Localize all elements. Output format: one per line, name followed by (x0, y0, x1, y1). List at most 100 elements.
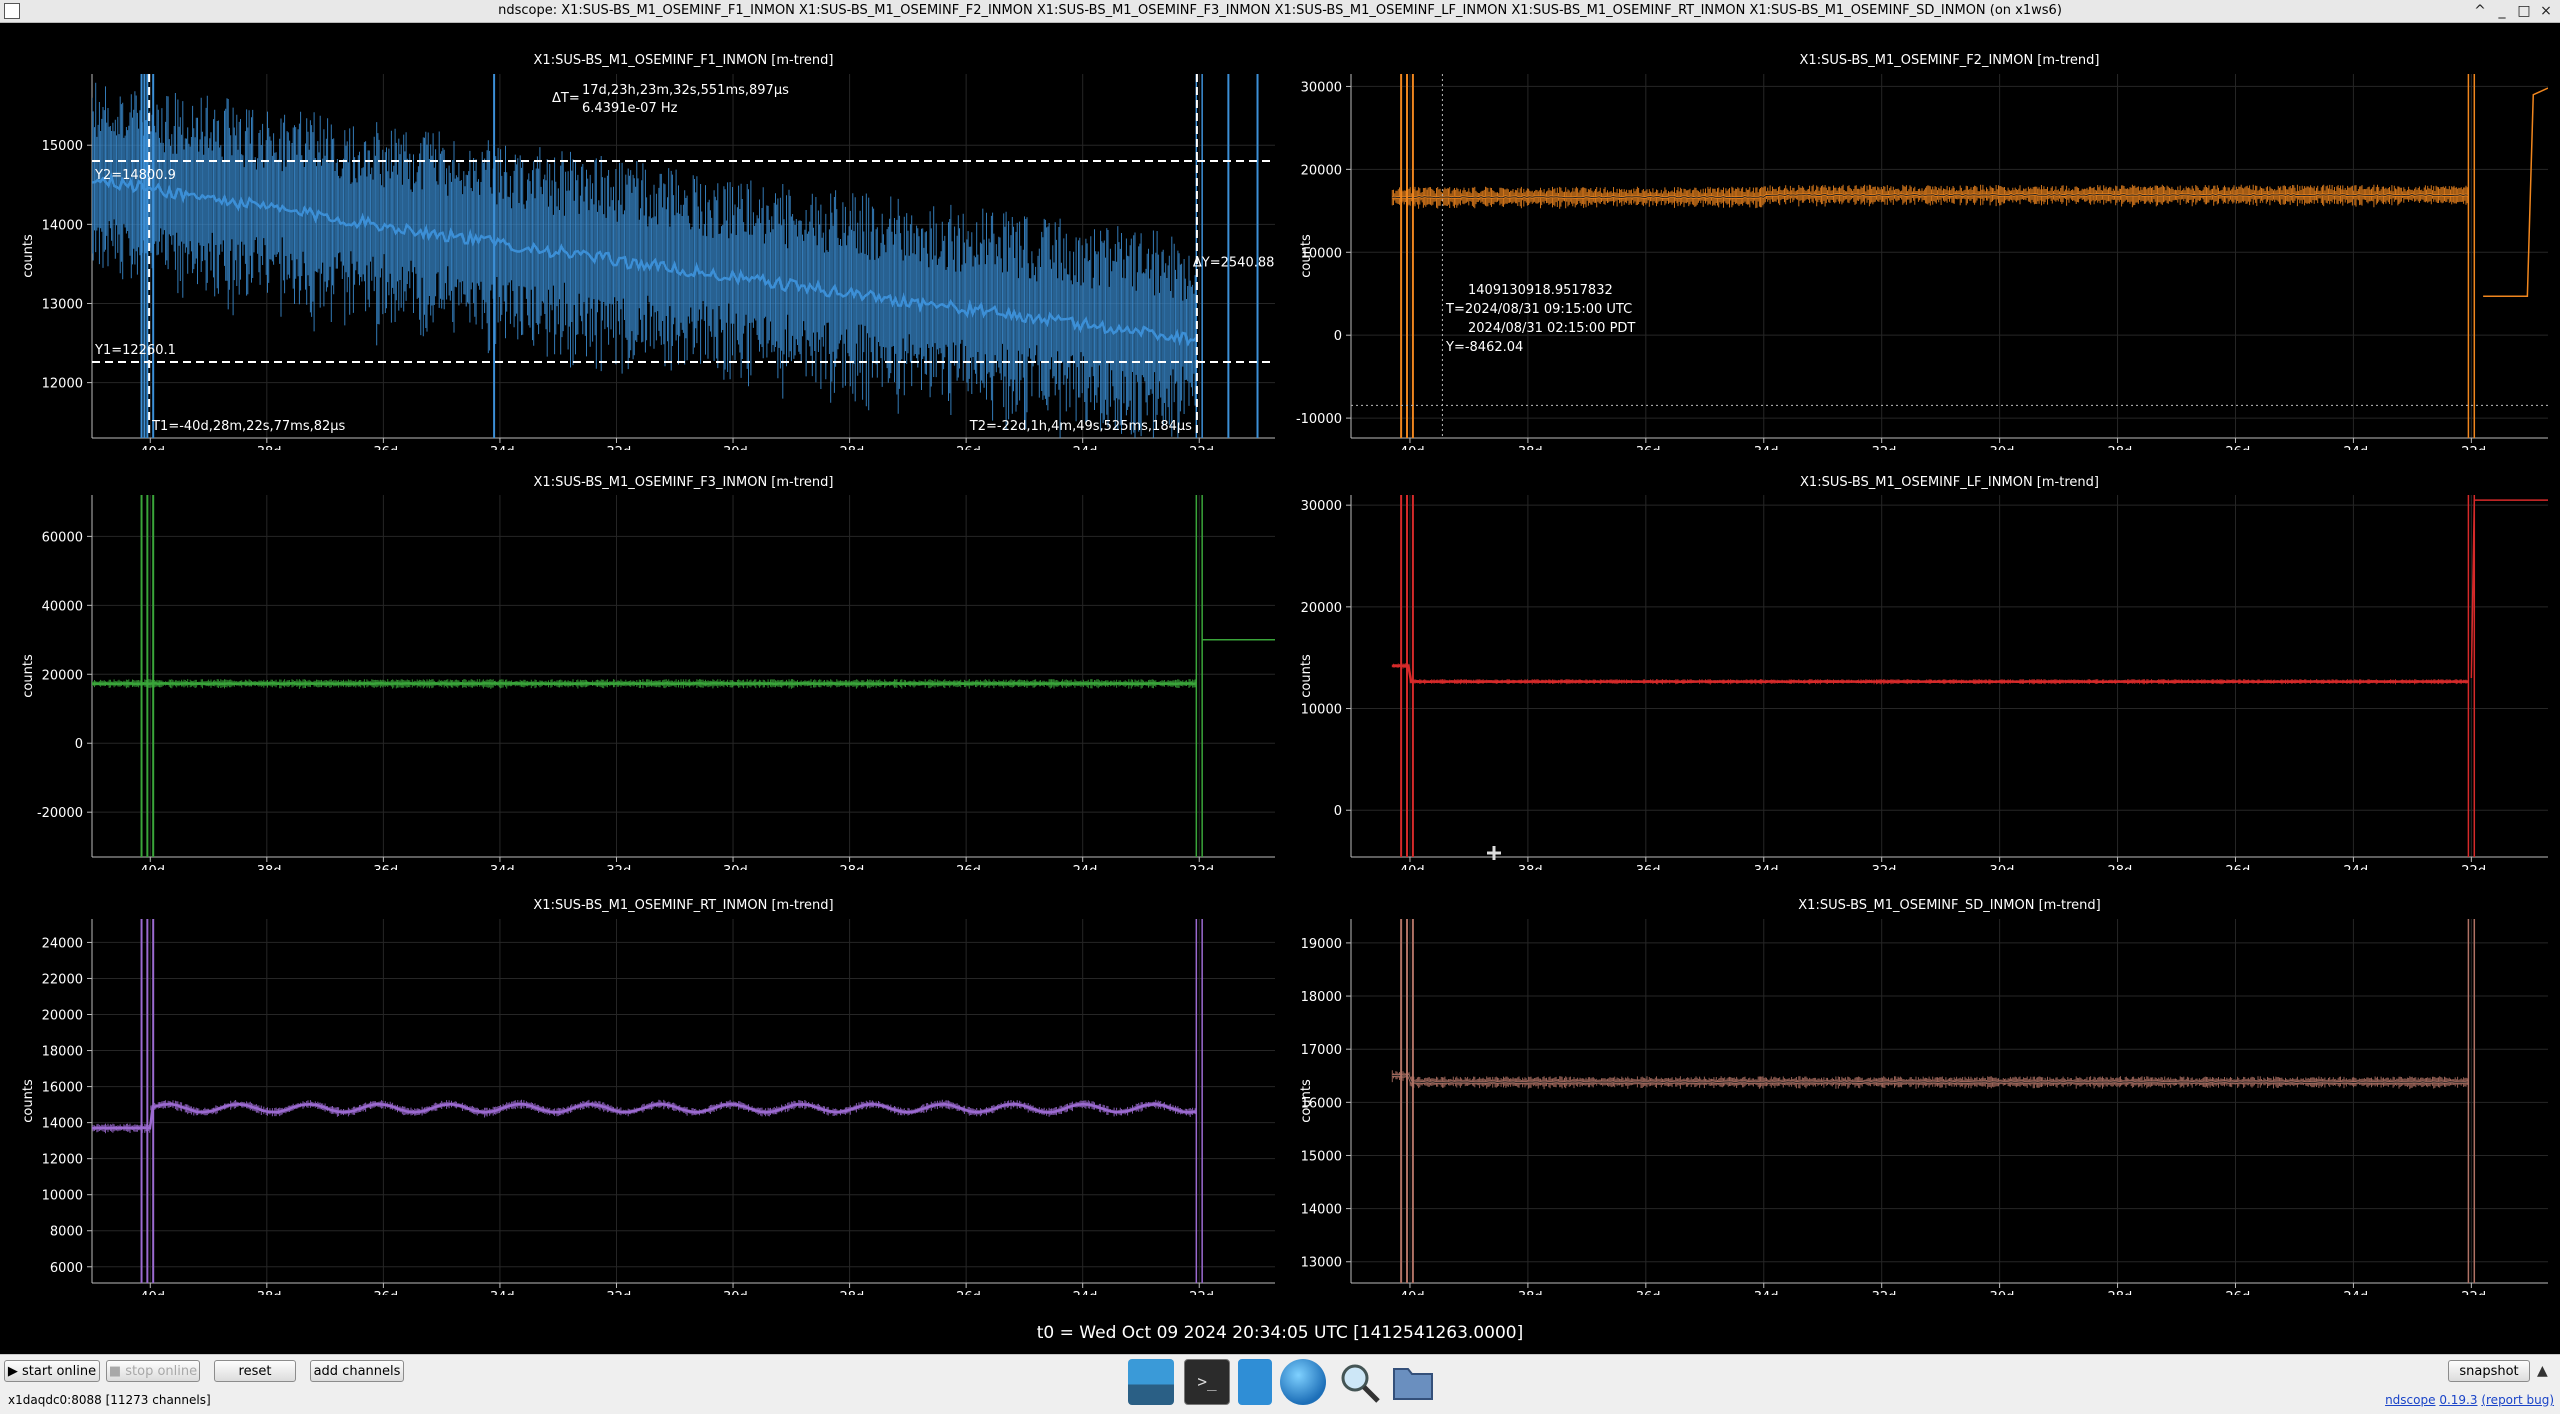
cursor-t1-label: T1=-40d,28m,22s,77ms,82µs (151, 419, 345, 434)
plot-f2-canvas[interactable]: X1:SUS-BS_M1_OSEMINF_F2_INMON [m-trend]c… (1278, 48, 2560, 450)
plot-lf-xtick-label: -36d (1631, 864, 1661, 870)
plot-f2-xtick-label: -32d (1867, 445, 1897, 450)
plot-sd-xtick-label: -34d (1749, 1290, 1779, 1295)
plot-f1-ytick-label: 14000 (42, 218, 83, 233)
window-minimize-button[interactable]: _ (2492, 1, 2512, 21)
bottom-toolbar: ▶ start online ■ stop online reset add c… (0, 1354, 2560, 1414)
plot-rt-ytick-label: 10000 (42, 1189, 83, 1204)
plot-f2[interactable]: X1:SUS-BS_M1_OSEMINF_F2_INMON [m-trend] c… (1278, 48, 2560, 450)
plot-f2-ytick-label: 20000 (1301, 163, 1342, 178)
plot-f2-xtick-label: -30d (1985, 445, 2015, 450)
add-channels-button[interactable]: add channels (310, 1360, 404, 1382)
plot-f2-xtick-label: -22d (2457, 445, 2487, 450)
cursor-dy-label: ΔY=2540.88 (1193, 255, 1275, 270)
window-close-button[interactable]: × (2536, 1, 2556, 21)
plot-f3-xtick-label: -40d (136, 864, 166, 870)
plot-f3-ytick-label: 40000 (42, 599, 83, 614)
report-bug-link[interactable]: (report bug) (2481, 1393, 2554, 1407)
snapshot-button[interactable]: snapshot (2448, 1360, 2530, 1382)
plot-f1-xtick-label: -24d (1068, 445, 1098, 450)
plot-rt-xtick-label: -22d (1184, 1290, 1214, 1295)
plot-lf-tail (2470, 499, 2548, 679)
reset-button[interactable]: reset (214, 1360, 296, 1382)
search-icon[interactable] (1336, 1359, 1382, 1405)
plot-f1-ytick-label: 12000 (42, 377, 83, 392)
plot-lf-ytick-label: 20000 (1301, 601, 1342, 616)
plot-rt-traces (92, 919, 1203, 1283)
plot-sd-ytick-label: 17000 (1301, 1043, 1342, 1058)
plot-rt-ytick-label: 20000 (42, 1009, 83, 1024)
t0-label: t0 = Wed Oct 09 2024 20:34:05 UTC [14125… (1036, 1323, 1524, 1343)
plot-lf-xtick-label: -38d (1513, 864, 1543, 870)
plot-f1[interactable]: X1:SUS-BS_M1_OSEMINF_F1_INMON [m-trend] c… (0, 48, 1278, 450)
plot-f1-xtick-label: -22d (1184, 445, 1214, 450)
plot-f3-xtick-label: -26d (951, 864, 981, 870)
plot-rt-xtick-label: -38d (252, 1290, 282, 1295)
terminal-icon[interactable]: >_ (1184, 1359, 1230, 1405)
ndscope-link[interactable]: ndscope (2385, 1393, 2435, 1407)
plot-f2-xtick-label: -38d (1513, 445, 1543, 450)
crosshair-utc: T=2024/08/31 09:15:00 UTC (1445, 302, 1632, 317)
plot-lf-ytick-label: 10000 (1301, 703, 1342, 718)
plot-f1-ylabel: counts (21, 234, 36, 278)
stop-online-button: ■ stop online (106, 1360, 200, 1382)
window-shade-button[interactable]: ^ (2470, 1, 2490, 21)
browser-icon[interactable] (1280, 1359, 1326, 1405)
plot-lf-xtick-label: -22d (2457, 864, 2487, 870)
plot-f1-xtick-label: -36d (369, 445, 399, 450)
plot-rt[interactable]: X1:SUS-BS_M1_OSEMINF_RT_INMON [m-trend] c… (0, 893, 1278, 1295)
text-editor-icon[interactable] (1238, 1359, 1272, 1405)
version-link[interactable]: 0.19.3 (2439, 1393, 2477, 1407)
plot-rt-xtick-label: -36d (369, 1290, 399, 1295)
plot-f1-xtick-label: -34d (485, 445, 515, 450)
start-online-button[interactable]: ▶ start online (4, 1360, 100, 1382)
plot-rt-canvas[interactable]: X1:SUS-BS_M1_OSEMINF_RT_INMON [m-trend] c… (0, 893, 1278, 1295)
plot-f2-traces (1391, 74, 2548, 438)
plot-rt-xtick-label: -24d (1068, 1290, 1098, 1295)
plot-sd-xtick-label: -24d (2339, 1290, 2369, 1295)
chevron-up-icon[interactable]: ▲ (2537, 1363, 2548, 1379)
plot-sd-xtick-label: -30d (1985, 1290, 2015, 1295)
plot-sd-canvas[interactable]: X1:SUS-BS_M1_OSEMINF_SD_INMON [m-trend]c… (1278, 893, 2560, 1295)
plot-f2-tail (2483, 87, 2548, 297)
plot-f3-ytick-label: 0 (75, 737, 83, 752)
workspace-icon[interactable] (1128, 1359, 1174, 1405)
plot-f1-ytick-label: 15000 (42, 139, 83, 154)
plot-f1-title: X1:SUS-BS_M1_OSEMINF_F1_INMON [m-trend] (534, 53, 834, 68)
plot-rt-envelope (92, 1099, 1197, 1134)
plot-f3-xtick-label: -38d (252, 864, 282, 870)
window-titlebar: ndscope: X1:SUS-BS_M1_OSEMINF_F1_INMON X… (0, 0, 2560, 23)
plot-f2-title: X1:SUS-BS_M1_OSEMINF_F2_INMON [m-trend] (1800, 53, 2100, 68)
version-info: ndscope 0.19.3 (report bug) (2385, 1393, 2554, 1407)
cursor-y1-label: Y1=12260.1 (94, 343, 176, 358)
plot-lf-xtick-label: -34d (1749, 864, 1779, 870)
plot-f3-canvas[interactable]: X1:SUS-BS_M1_OSEMINF_F3_INMON [m-trend] c… (0, 470, 1278, 870)
plot-lf-canvas[interactable]: X1:SUS-BS_M1_OSEMINF_LF_INMON [m-trend] c… (1278, 470, 2560, 870)
plot-lf-xtick-label: -26d (2221, 864, 2251, 870)
plot-f1-xtick-label: -38d (252, 445, 282, 450)
plot-sd-envelope (1391, 1070, 2469, 1090)
plot-f1-canvas[interactable]: X1:SUS-BS_M1_OSEMINF_F1_INMON [m-trend] c… (0, 48, 1278, 450)
plot-rt-ytick-label: 6000 (50, 1261, 83, 1276)
plot-sd-xtick-label: -32d (1867, 1290, 1897, 1295)
crosshair-gps: 1409130918.9517832 (1468, 283, 1613, 298)
plot-lf-ytick-label: 0 (1334, 804, 1342, 819)
plot-rt-ytick-label: 16000 (42, 1081, 83, 1096)
plot-f3-xtick-label: -22d (1184, 864, 1214, 870)
plot-f3[interactable]: X1:SUS-BS_M1_OSEMINF_F3_INMON [m-trend] c… (0, 470, 1278, 870)
plot-f3-ytick-label: -20000 (37, 806, 83, 821)
plot-f2-ytick-label: 30000 (1301, 80, 1342, 95)
crosshair-y: Y=-8462.04 (1445, 340, 1523, 355)
plot-sd[interactable]: X1:SUS-BS_M1_OSEMINF_SD_INMON [m-trend] c… (1278, 893, 2560, 1295)
plot-f3-ylabel: counts (21, 654, 36, 698)
plot-lf-title: X1:SUS-BS_M1_OSEMINF_LF_INMON [m-trend] (1800, 475, 2099, 490)
plot-f3-xtick-label: -32d (602, 864, 632, 870)
plot-lf-traces (1391, 495, 2548, 857)
plot-lf[interactable]: X1:SUS-BS_M1_OSEMINF_LF_INMON [m-trend] c… (1278, 470, 2560, 870)
window-maximize-button[interactable]: □ (2514, 1, 2534, 21)
plot-rt-ytick-label: 12000 (42, 1153, 83, 1168)
stop-online-label: stop online (125, 1364, 198, 1379)
plot-f1-ytick-label: 13000 (42, 297, 83, 312)
files-icon[interactable] (1390, 1359, 1436, 1405)
plot-rt-xtick-label: -26d (951, 1290, 981, 1295)
